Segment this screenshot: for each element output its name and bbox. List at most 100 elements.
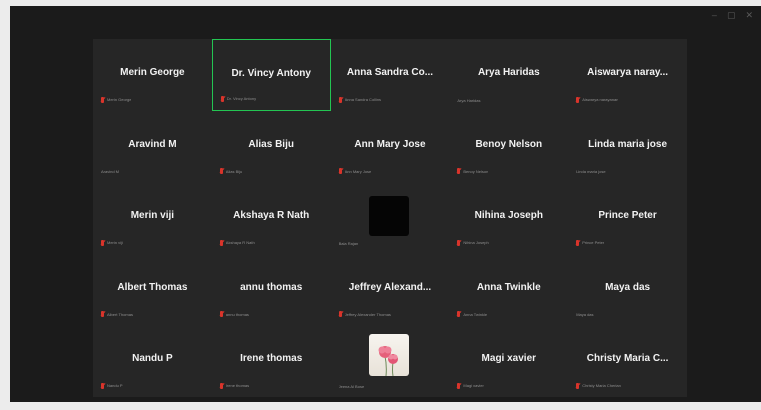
participant-label: Jeffrey Alexander Thomas (338, 311, 391, 318)
participant-label: Magi xavier (457, 382, 484, 389)
window-controls: – ▢ ✕ (712, 10, 753, 20)
participant-label-text: Merin viji (107, 240, 123, 246)
participant-tile[interactable]: annu thomas annu thomas (211, 253, 331, 326)
participant-label-text: Linda maria jose (576, 169, 606, 175)
mic-muted-icon (101, 239, 105, 246)
participant-tile[interactable]: Benoy Nelson Benoy Nelson (449, 110, 569, 183)
participant-tile[interactable]: Dr. Vincy Antony Dr. Vincy Antony (211, 39, 331, 111)
participant-label-text: Alias Biju (225, 168, 243, 174)
participant-label-text: Albert Thomas (107, 311, 133, 317)
mic-muted-icon (219, 311, 224, 318)
meeting-window: – ▢ ✕ Merin George Merin George Dr. Vincy … (10, 6, 761, 402)
participant-label-text: Aiswarya narayanan (582, 97, 619, 103)
participant-label-text: Ann Mary Jose (344, 168, 372, 174)
participant-tile[interactable]: Christy Maria C... Christy Maria Cherian (568, 325, 687, 397)
mic-muted-icon (457, 382, 461, 389)
participant-name: Akshaya R Nath (233, 210, 310, 222)
participant-label-text: Aravind M (101, 169, 120, 175)
participant-label: Prince Peter (576, 239, 605, 246)
participant-tile[interactable]: Maya das Maya das (568, 253, 687, 326)
participant-label-text: Bala Rajan (338, 240, 359, 246)
participant-name: Prince Peter (598, 210, 657, 222)
participant-name: Albert Thomas (117, 281, 188, 293)
participant-tile[interactable]: Anna Twinkle Anna Twinkle (449, 253, 569, 326)
participant-label-text: Merin George (107, 97, 132, 103)
mic-muted-icon (338, 311, 343, 318)
participant-label: Christy Maria Cherian (576, 382, 621, 389)
mic-muted-icon (338, 96, 343, 103)
participant-label: Aiswarya narayanan (576, 96, 619, 103)
participant-label-text: annu thomas (225, 311, 249, 317)
participant-label: Jeena Al Bose (339, 384, 365, 389)
participant-label-text: Irene thomas (225, 383, 250, 389)
participant-label: Dr. Vincy Antony (220, 95, 257, 102)
participant-name: Nihina Joseph (474, 210, 543, 222)
mic-muted-icon (219, 382, 224, 389)
mic-muted-icon (457, 239, 461, 246)
participant-name: Anna Sandra Co... (346, 67, 434, 78)
participant-tile[interactable]: Nandu P Nandu P (93, 325, 212, 397)
mic-muted-icon (576, 382, 580, 389)
participant-tile[interactable]: Jeena Al Bose (330, 325, 450, 397)
participant-tile[interactable]: Linda maria jose Linda maria jose (568, 110, 687, 183)
participant-label-text: Akshaya R Nath (225, 240, 255, 246)
participant-tile[interactable]: Ann Mary Jose Ann Mary Jose (330, 110, 450, 183)
participant-name: Benoy Nelson (475, 138, 543, 150)
mic-muted-icon (576, 96, 580, 103)
participant-tile[interactable]: Aiswarya naray... Aiswarya narayanan (568, 39, 687, 111)
participant-label-text: Magi xavier (463, 383, 484, 389)
participant-name: Dr. Vincy Antony (231, 68, 311, 79)
participant-name: Christy Maria C... (586, 353, 669, 365)
participant-tile[interactable]: Magi xavier Magi xavier (449, 325, 569, 397)
participant-label: Alias Biju (219, 168, 243, 175)
minimize-icon[interactable]: – (712, 10, 717, 20)
participant-name: Arya Haridas (477, 67, 540, 78)
participant-name: Magi xavier (481, 353, 537, 365)
mic-muted-icon (219, 168, 224, 175)
participant-label: Anna Sandra Collins (338, 96, 382, 103)
participant-label: Arya Haridas (457, 98, 480, 103)
participant-label: Irene thomas (219, 382, 250, 389)
participant-label: Linda maria jose (576, 169, 605, 174)
participant-tile[interactable]: Alias Biju Alias Biju (211, 110, 331, 183)
participant-tile[interactable]: Nihina Joseph Nihina Joseph (449, 182, 569, 254)
close-icon[interactable]: ✕ (745, 10, 753, 20)
participant-label-text: Dr. Vincy Antony (226, 96, 257, 102)
participant-label: Nihina Joseph (457, 239, 489, 246)
participant-label: Anna Twinkle (457, 311, 487, 318)
participant-label-text: Maya das (576, 312, 594, 318)
participant-name: Irene thomas (240, 353, 303, 365)
maximize-icon[interactable]: ▢ (727, 10, 736, 20)
participant-label: Merin George (101, 96, 132, 103)
participant-label-text: Anna Sandra Collins (344, 97, 382, 103)
participant-tile[interactable]: Arya Haridas Arya Haridas (449, 39, 569, 111)
participant-label-text: Nihina Joseph (463, 240, 489, 246)
participant-name: Ann Mary Jose (354, 138, 426, 150)
participant-label: Merin viji (101, 239, 123, 246)
mic-muted-icon (457, 168, 461, 175)
participant-name: Nandu P (132, 353, 173, 365)
participant-tile[interactable]: Anna Sandra Co... Anna Sandra Collins (330, 39, 450, 111)
mic-muted-icon (338, 168, 343, 175)
participant-tile[interactable]: Aravind M Aravind M (93, 110, 212, 183)
participant-label: Ann Mary Jose (338, 168, 372, 175)
participant-tile[interactable]: Irene thomas Irene thomas (211, 325, 331, 397)
participant-tile[interactable]: Prince Peter Prince Peter (568, 182, 687, 254)
participant-label-text: Arya Haridas (457, 97, 481, 103)
participant-label-text: Prince Peter (582, 240, 605, 246)
participant-label: annu thomas (219, 311, 249, 318)
participant-tile[interactable]: Akshaya R Nath Akshaya R Nath (211, 182, 331, 254)
participant-gallery: Merin George Merin George Dr. Vincy Antony… (93, 39, 687, 397)
mic-muted-icon (101, 96, 105, 103)
participant-avatar (368, 196, 409, 237)
participant-tile[interactable]: Jeffrey Alexand... Jeffrey Alexander Thom… (330, 253, 450, 326)
participant-tile[interactable]: Merin George Merin George (93, 39, 212, 111)
mic-muted-icon (220, 95, 225, 102)
participant-label-text: Benoy Nelson (463, 168, 489, 174)
participant-label-text: Jeffrey Alexander Thomas (344, 311, 391, 317)
participant-tile[interactable]: Bala Rajan (330, 182, 450, 254)
participant-tile[interactable]: Albert Thomas Albert Thomas (93, 253, 212, 326)
participant-name: Jeffrey Alexand... (348, 281, 432, 293)
participant-tile[interactable]: Merin viji Merin viji (93, 182, 212, 254)
participant-label: Aravind M (101, 169, 119, 174)
